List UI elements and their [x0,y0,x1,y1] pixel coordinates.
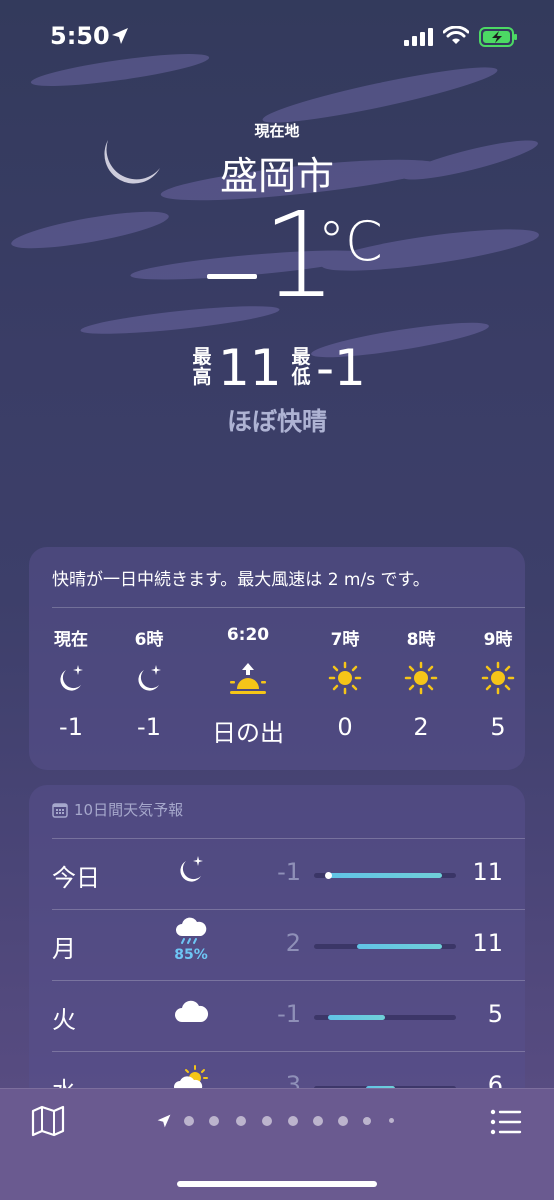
map-icon[interactable] [30,1105,66,1137]
sun-icon [328,661,362,695]
divider [52,607,525,608]
current-temp-dot [325,872,332,879]
hour-temp: 0 [337,713,353,741]
temperature-sign [207,274,257,279]
hour-label: 6:20 [226,625,270,645]
high-value: 11 [218,339,282,397]
hour-label: 6時 [134,630,164,650]
high-label-1: 最 [192,346,212,368]
sunrise-icon [230,663,266,694]
day-high: 11 [472,858,503,886]
condition-text: ほぼ快晴 [226,407,327,436]
battery-charging-icon [479,27,517,47]
bottom-toolbar [0,1088,554,1200]
temp-range-bar [314,1015,456,1020]
hour-label: 7時 [330,630,360,650]
current-location-label: 現在地 [254,122,300,140]
moon-stars-icon [138,665,161,691]
hour-temp: 2 [413,713,429,741]
sun-icon [481,661,515,695]
hour-label: 9時 [483,630,513,650]
ten-day-title: 10日間天気予報 [74,801,184,819]
temp-range-fill [356,944,442,949]
status-time: 5:50 [50,22,110,50]
day-row[interactable]: 月 85% 2 11 [29,909,525,980]
rain-cloud-icon [176,917,207,944]
temp-range-fill [328,1015,385,1020]
day-high: 11 [472,929,503,957]
page-dot [236,1116,246,1126]
hour-item: 6:20 日の出 [198,625,298,748]
precipitation-chance: 85% [174,947,208,963]
day-name: 今日 [52,864,100,892]
ten-day-forecast-card[interactable]: 10日間天気予報 今日 -1 11 月 85% 2 11 火 -1 5 水 3 … [29,785,525,1105]
day-name: 月 [52,935,76,963]
day-low: -1 [277,1000,301,1028]
wifi-icon [443,26,469,44]
hour-item: 8時 2 [381,625,461,741]
moon-stars-icon [60,665,83,691]
high-label-2: 高 [192,366,212,388]
page-dot [338,1116,348,1126]
hourly-forecast-card[interactable]: 快晴が一日中続きます。最大風速は 2 m/s です。 現在 -1 6時 -1 6… [29,547,525,770]
hour-item: 現在 -1 [31,625,111,741]
page-dot [184,1116,194,1126]
calendar-icon [52,803,68,818]
page-dot [363,1117,371,1125]
low-value: -1 [316,339,366,397]
high-low-temperatures: 最 高 11 最 低 -1 [0,340,554,400]
hour-temp: -1 [59,713,83,741]
status-bar: 5:50 [0,0,554,72]
day-low: -1 [277,858,301,886]
temp-range-bar [314,872,456,879]
location-arrow-icon [112,28,128,44]
day-row[interactable]: 火 -1 5 [29,980,525,1051]
page-dot [209,1116,219,1126]
day-low: 2 [285,929,301,957]
day-name: 火 [52,1006,76,1034]
temp-range-bar [314,944,456,949]
hour-label: 現在 [54,630,88,650]
page-dot [389,1118,394,1123]
list-icon[interactable] [490,1109,522,1135]
cloud-icon [175,1000,209,1022]
page-dot [288,1116,298,1126]
hour-item: 6時 -1 [109,625,189,741]
forecast-summary: 快晴が一日中続きます。最大風速は 2 m/s です。 [52,570,430,590]
ten-day-header: 10日間天気予報 [52,799,183,820]
hour-temp: -1 [137,713,161,741]
sun-icon [404,661,438,695]
sunrise-label: 日の出 [212,719,284,747]
home-indicator[interactable] [177,1181,377,1187]
hour-temp: 5 [490,713,506,741]
hour-label: 8時 [406,630,436,650]
low-label-1: 最 [291,346,311,368]
moon-stars-icon [180,856,203,882]
page-dot [313,1116,323,1126]
day-high: 5 [487,1000,503,1028]
hour-item: 7時 0 [305,625,385,741]
temp-range-fill [328,873,442,878]
hour-item: 9時 5 [458,625,538,741]
location-page-icon [157,1114,171,1128]
day-row[interactable]: 今日 -1 11 [29,838,525,909]
low-label-2: 低 [291,366,311,388]
page-dot [262,1116,272,1126]
cellular-signal-icon [404,28,433,46]
temperature-unit: °C [318,210,383,273]
